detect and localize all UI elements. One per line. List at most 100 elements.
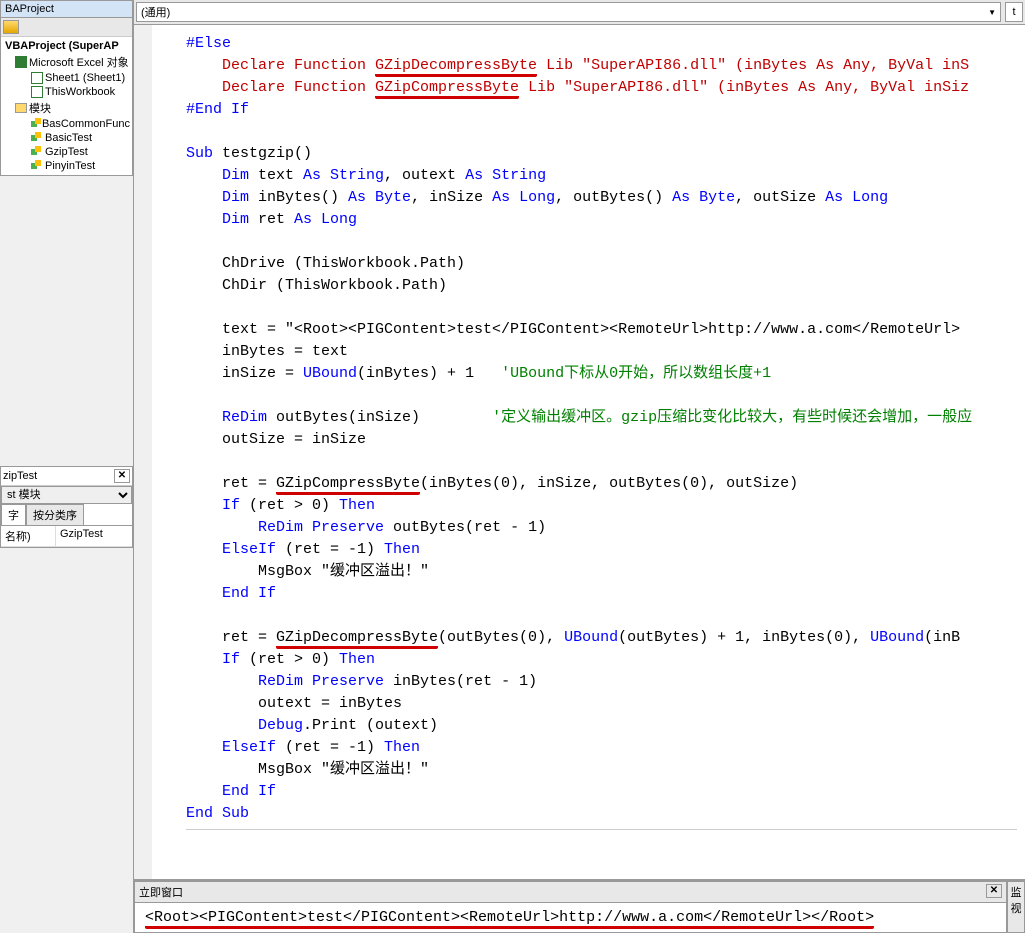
code-text: (outBytes) + 1, inBytes(0), (618, 629, 870, 646)
code-text: '定义输出缓冲区。gzip压缩比变化比较大，有些时候还会增加，一般应 (492, 409, 972, 426)
sheet-icon (31, 72, 43, 84)
code-text: inSize = (186, 365, 303, 382)
procedure-combo[interactable]: t (1005, 2, 1023, 22)
chevron-down-icon: ▼ (988, 8, 996, 17)
code-text: ret = (186, 475, 276, 492)
code-text: outext = inBytes (186, 695, 402, 712)
code-text: As Long (825, 189, 888, 206)
code-text: End Sub (186, 805, 249, 822)
property-row[interactable]: 名称) GzipTest (1, 526, 132, 547)
tab-alphabetic[interactable]: 字 (1, 504, 26, 525)
code-text: As String (303, 167, 384, 184)
code-text: text (249, 167, 303, 184)
folder-icon (15, 103, 27, 113)
code-text: MsgBox "缓冲区溢出！" (186, 761, 429, 778)
code-text: ReDim Preserve (186, 519, 384, 536)
tree-modules-folder[interactable]: 模块 (3, 99, 130, 117)
object-combo[interactable]: (通用)▼ (136, 2, 1001, 22)
code-text: #End If (186, 101, 249, 118)
immediate-header: 立即窗口 ✕ (135, 882, 1006, 903)
code-text: (inB (924, 629, 960, 646)
tree-excel-objects[interactable]: Microsoft Excel 对象 (3, 53, 130, 71)
tree-module[interactable]: GzipTest (3, 145, 130, 159)
code-text: MsgBox "缓冲区溢出！" (186, 563, 429, 580)
immediate-output: <Root><PIGContent>test</PIGContent><Remo… (145, 909, 874, 929)
code-text: GZipDecompressByte (375, 57, 537, 77)
code-text: If (186, 497, 240, 514)
code-text: (inBytes(0), inSize, outBytes(0), outSiz… (420, 475, 798, 492)
properties-tabs: 字 按分类序 (1, 504, 132, 526)
properties-grid: 名称) GzipTest (1, 526, 132, 547)
code-text: End If (186, 783, 276, 800)
code-text: 'UBound下标从0开始，所以数组长度+1 (501, 365, 771, 382)
properties-object-combo[interactable]: st 模块 (1, 486, 132, 504)
code-text: testgzip() (213, 145, 312, 162)
project-explorer: BAProject VBAProject (SuperAP Microsoft … (0, 0, 133, 176)
code-text: UBound (564, 629, 618, 646)
code-text: GZipCompressByte (276, 475, 420, 495)
module-icon (31, 160, 43, 172)
code-text: As Byte (348, 189, 411, 206)
watch-label: 监视 (1011, 887, 1022, 915)
close-icon[interactable]: ✕ (114, 469, 130, 483)
tree-label: 模块 (29, 100, 51, 116)
code-text: text = "<Root><PIGContent>test</PIGConte… (186, 321, 960, 338)
code-editor[interactable]: #Else Declare Function GZipDecompressByt… (134, 25, 1025, 879)
code-text: Dim (186, 211, 249, 228)
code-text: Debug (186, 717, 303, 734)
code-text: Then (384, 541, 420, 558)
code-text: , outSize (735, 189, 825, 206)
code-text: (ret > 0) (240, 651, 339, 668)
tree-root-label: VBAProject (SuperAP (5, 40, 119, 52)
watch-panel-stub[interactable]: 监视 (1007, 881, 1025, 933)
immediate-content[interactable]: <Root><PIGContent>test</PIGContent><Remo… (135, 903, 1006, 932)
module-icon (31, 118, 40, 130)
code-text: ElseIf (186, 739, 276, 756)
code-text: inBytes = text (186, 343, 348, 360)
module-icon (31, 146, 43, 158)
project-tree[interactable]: VBAProject (SuperAP Microsoft Excel 对象 S… (1, 37, 132, 175)
code-text: ret (249, 211, 294, 228)
code-text: , outBytes() (555, 189, 672, 206)
code-text: As Long (294, 211, 357, 228)
tree-label: BasCommonFunc (42, 118, 130, 130)
tree-module[interactable]: PinyinTest (3, 159, 130, 173)
tab-categorized[interactable]: 按分类序 (26, 504, 84, 525)
code-text: As String (465, 167, 546, 184)
code-header: (通用)▼ t (134, 0, 1025, 25)
tree-module[interactable]: BasicTest (3, 131, 130, 145)
code-text: outBytes(ret - 1) (384, 519, 546, 536)
code-text: (outBytes(0), (438, 629, 564, 646)
code-text: GZipCompressByte (375, 79, 519, 99)
combo-value: t (1012, 6, 1015, 18)
tree-module[interactable]: BasCommonFunc (3, 117, 130, 131)
prop-value[interactable]: GzipTest (56, 526, 107, 546)
code-text: Declare Function (186, 79, 375, 96)
code-text: inBytes() (249, 189, 348, 206)
code-text: Dim (186, 189, 249, 206)
immediate-title: 立即窗口 (139, 884, 183, 900)
code-text: As Long (492, 189, 555, 206)
tree-root[interactable]: VBAProject (SuperAP (3, 39, 130, 53)
code-text: , outext (384, 167, 465, 184)
code-text: If (186, 651, 240, 668)
code-text: GZipDecompressByte (276, 629, 438, 649)
code-text: Then (384, 739, 420, 756)
tree-label: GzipTest (45, 146, 88, 158)
code-text: outSize = inSize (186, 431, 366, 448)
code-text: , inSize (411, 189, 492, 206)
tree-thisworkbook[interactable]: ThisWorkbook (3, 85, 130, 99)
folder-icon[interactable] (3, 20, 19, 34)
code-text: (ret > 0) (240, 497, 339, 514)
module-icon (31, 132, 43, 144)
separator (186, 829, 1017, 830)
close-icon[interactable]: ✕ (986, 884, 1002, 898)
project-explorer-title: BAProject (1, 1, 132, 18)
tree-sheet1[interactable]: Sheet1 (Sheet1) (3, 71, 130, 85)
left-panel: BAProject VBAProject (SuperAP Microsoft … (0, 0, 134, 933)
code-text: Dim (186, 167, 249, 184)
properties-title: zipTest (3, 470, 114, 482)
code-text: ElseIf (186, 541, 276, 558)
code-text: outBytes(inSize) (267, 409, 492, 426)
excel-icon (15, 56, 27, 68)
